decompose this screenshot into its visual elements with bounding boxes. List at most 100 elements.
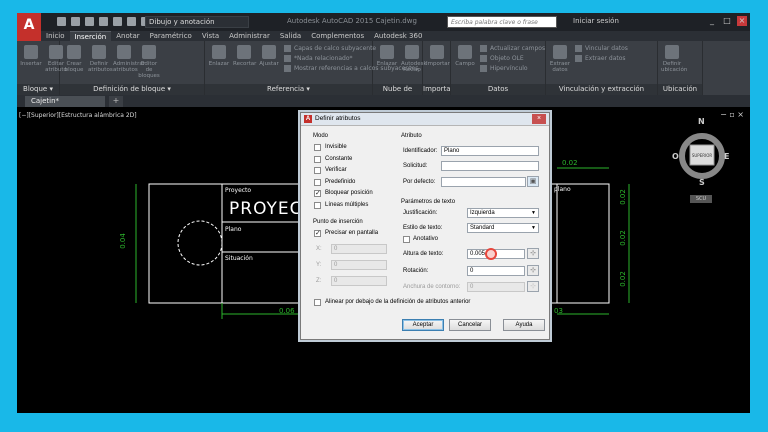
ribbon-button-3-0[interactable]: Enlazar	[376, 45, 398, 67]
ribbon-tab-6[interactable]: Salida	[275, 31, 306, 41]
ribbon-row-5-1[interactable]: Objeto OLE	[480, 55, 524, 62]
ribbon-tab-0[interactable]: Inicio	[41, 31, 70, 41]
precisar-checkbox[interactable]	[314, 229, 321, 237]
ribbon-panel-label[interactable]: Bloque ▾	[17, 84, 59, 95]
ribbon-button-label: Importar	[426, 61, 450, 67]
ribbon-button-1-0[interactable]: Crear bloque	[63, 45, 85, 73]
ribbon-panel-label[interactable]: Importar	[423, 84, 453, 95]
ribbon-panel-6: Extraer datos Vincular datos Extraer datos…	[546, 41, 658, 95]
modo-checkbox-1[interactable]	[314, 155, 321, 163]
ribbon-row-2-0[interactable]: Capas de calco subyacente	[284, 45, 376, 52]
modo-checkbox-4[interactable]	[314, 189, 321, 197]
ribbon-panel-label[interactable]: Referencia ▾	[205, 84, 372, 95]
ribbon-panel-label[interactable]: Definición de bloque ▾	[60, 84, 204, 95]
ayuda-button[interactable]: Ayuda	[503, 319, 545, 331]
save-icon[interactable]	[85, 17, 94, 26]
alinear-checkbox[interactable]	[314, 299, 321, 306]
ribbon-button-7-0[interactable]: Definir ubicación	[661, 45, 687, 73]
restore-icon[interactable]: □	[722, 16, 732, 26]
insert-field-button[interactable]: ▣	[527, 176, 539, 187]
estilo-select[interactable]: Standard	[467, 223, 539, 233]
search-input[interactable]: Escriba palabra clave o frase	[447, 16, 557, 28]
aceptar-button[interactable]: Aceptar	[402, 319, 444, 331]
ribbon-button-2-2[interactable]: Ajustar	[258, 45, 280, 67]
new-tab-button[interactable]: +	[109, 96, 123, 107]
ribbon-row-5-0[interactable]: Actualizar campos	[480, 45, 545, 52]
open-icon[interactable]	[71, 17, 80, 26]
anchura-pick-icon[interactable]: ⊹	[527, 281, 539, 292]
document-tab-cajetin[interactable]: Cajetin*	[25, 96, 105, 107]
ribbon-panel-label[interactable]: Nube de puntos	[373, 84, 422, 104]
ribbon-tab-1[interactable]: Inserción	[69, 31, 112, 41]
ribbon-tab-2[interactable]: Anotar	[111, 31, 144, 41]
ribbon-row-label: Extraer datos	[585, 55, 626, 62]
new-icon[interactable]	[57, 17, 66, 26]
ribbon-panel-label[interactable]: Ubicación	[658, 84, 702, 95]
ribbon-button-1-2[interactable]: Administrar atributos	[113, 45, 145, 73]
signin-link[interactable]: Iniciar sesión	[573, 17, 619, 25]
ribbon-row-2-1[interactable]: *Nada relacionado*	[284, 55, 353, 62]
viewcube-west[interactable]: O	[672, 152, 679, 161]
ribbon-button-label: Extraer datos	[549, 61, 571, 73]
wcs-menu[interactable]: SCU	[690, 195, 712, 203]
identificador-field[interactable]: Plano	[441, 146, 539, 156]
altura-pick-icon[interactable]: ⊹	[527, 248, 539, 259]
viewcube-east[interactable]: E	[724, 152, 729, 161]
dialog-close-icon[interactable]: ×	[532, 114, 546, 124]
ribbon-button-5-0[interactable]: Campo	[454, 45, 476, 67]
label-proyecto-big: PROYEC	[229, 199, 303, 219]
ribbon-tool-icon	[24, 45, 38, 59]
viewcube[interactable]: N S E O SUPERIOR SCU	[672, 117, 732, 203]
anchura-field[interactable]: 0	[467, 282, 525, 292]
ribbon-row-icon	[480, 45, 487, 52]
justificacion-select[interactable]: Izquierda	[467, 208, 539, 218]
ribbon-tool-icon	[142, 45, 156, 59]
viewcube-north[interactable]: N	[698, 117, 705, 126]
modo-checkbox-3[interactable]	[314, 178, 321, 186]
print-icon[interactable]	[113, 17, 122, 26]
rotacion-field[interactable]: 0	[467, 266, 525, 276]
ribbon-tab-5[interactable]: Administrar	[224, 31, 275, 41]
save-as-icon[interactable]	[99, 17, 108, 26]
ribbon-button-2-1[interactable]: Recortar	[233, 45, 256, 67]
cancelar-button[interactable]: Cancelar	[449, 319, 491, 331]
minimize-icon[interactable]: _	[707, 16, 717, 26]
close-icon[interactable]: ×	[737, 16, 747, 26]
ribbon-button-1-3[interactable]: Editor de bloques	[138, 45, 160, 79]
ribbon-row-6-1[interactable]: Extraer datos	[575, 55, 626, 62]
ribbon-row-5-2[interactable]: Hipervínculo	[480, 65, 528, 72]
ribbon-tool-icon	[665, 45, 679, 59]
ribbon-button-label: Enlazar	[208, 61, 230, 67]
viewcube-face[interactable]: SUPERIOR	[691, 153, 713, 158]
ribbon-row-6-0[interactable]: Vincular datos	[575, 45, 628, 52]
ribbon-button-0-0[interactable]: Insertar	[20, 45, 42, 67]
workspace-label: Dibujo y anotación	[149, 18, 215, 26]
undo-icon[interactable]	[127, 17, 136, 26]
y-field[interactable]: 0	[331, 260, 387, 270]
ribbon-tab-8[interactable]: Autodesk 360	[369, 31, 427, 41]
workspace-select[interactable]: Dibujo y anotación	[145, 16, 249, 28]
viewcube-south[interactable]: S	[699, 178, 705, 187]
defecto-field[interactable]	[441, 177, 526, 187]
ribbon-button-3-1[interactable]: Autodesk ReCap	[401, 45, 427, 73]
z-field[interactable]: 0	[331, 276, 387, 286]
ribbon-row-label: *Nada relacionado*	[294, 55, 353, 62]
ribbon-panel-label[interactable]: Datos	[451, 84, 545, 95]
modo-checkbox-5[interactable]	[314, 201, 321, 209]
ribbon-button-2-0[interactable]: Enlazar	[208, 45, 230, 67]
anotativo-checkbox[interactable]	[403, 236, 410, 243]
modo-checkbox-2[interactable]	[314, 167, 321, 174]
solicitud-field[interactable]	[441, 161, 539, 171]
rotacion-pick-icon[interactable]: ⊹	[527, 265, 539, 276]
application-menu-button[interactable]: A	[17, 13, 41, 41]
ribbon-panel-label[interactable]: Vinculación y extracción	[546, 84, 657, 95]
modo-checkbox-0[interactable]	[314, 144, 321, 151]
ribbon-tab-4[interactable]: Vista	[197, 31, 224, 41]
ribbon-button-1-1[interactable]: Definir atributos	[88, 45, 113, 73]
ribbon-button-6-0[interactable]: Extraer datos	[549, 45, 571, 73]
ribbon-tab-3[interactable]: Paramétrico	[145, 31, 197, 41]
label-proyecto: Proyecto	[225, 187, 252, 194]
ribbon-tab-7[interactable]: Complementos	[306, 31, 369, 41]
ribbon-button-4-0[interactable]: Importar	[426, 45, 450, 67]
x-field[interactable]: 0	[331, 244, 387, 254]
